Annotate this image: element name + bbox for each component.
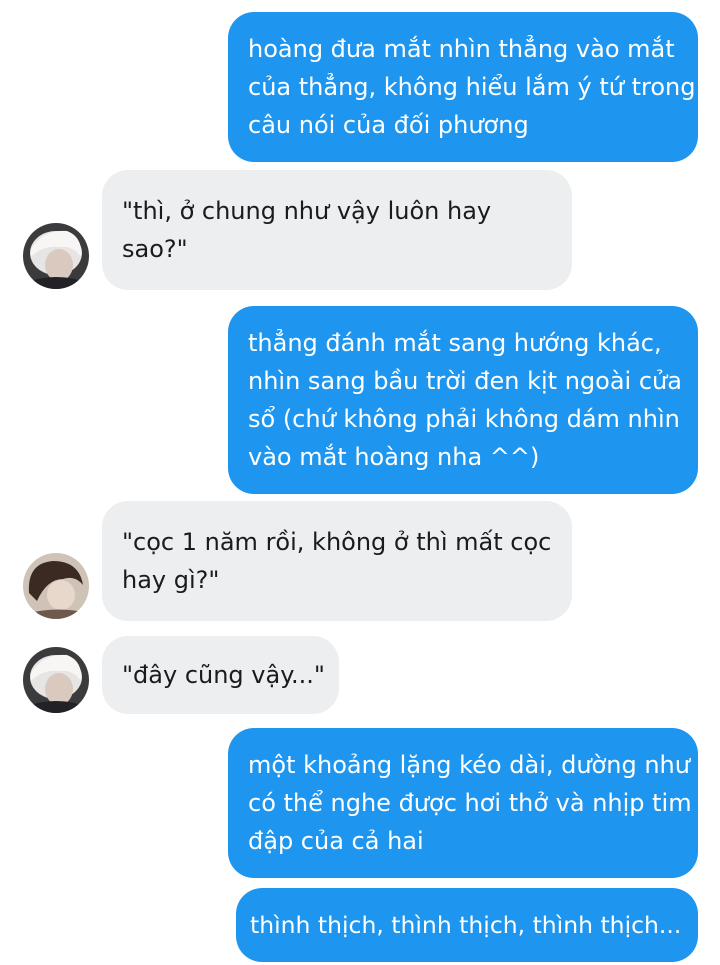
message-line: "đây cũng vậy...": [122, 661, 325, 689]
message-line: câu nói của đối phương: [248, 111, 529, 139]
message-bubble-incoming[interactable]: "thì, ở chung như vậy luôn hay sao?": [102, 170, 572, 290]
message-line: hoàng đưa mắt nhìn thẳng vào mắt: [248, 35, 675, 63]
avatar-white-hair-icon: [23, 223, 89, 289]
message-bubble-outgoing[interactable]: thình thịch, thình thịch, thình thịch...: [236, 888, 698, 962]
message-bubble-incoming[interactable]: "đây cũng vậy...": [102, 636, 339, 714]
message-line: của thẳng, không hiểu lắm ý tứ trong: [248, 73, 696, 101]
message-line: "cọc 1 năm rồi, không ở thì mất cọc: [122, 528, 552, 556]
message-line: có thể nghe được hơi thở và nhịp tim: [248, 789, 692, 817]
message-line: sổ (chứ không phải không dám nhìn: [248, 405, 680, 433]
message-line: nhìn sang bầu trời đen kịt ngoài cửa: [248, 367, 682, 395]
message-line: hay gì?": [122, 566, 220, 594]
message-line: vào mắt hoàng nha ^^): [248, 443, 540, 471]
message-line: một khoảng lặng kéo dài, dường như: [248, 751, 690, 779]
message-line: sao?": [122, 235, 188, 263]
avatar[interactable]: [23, 553, 89, 619]
message-bubble-outgoing[interactable]: hoàng đưa mắt nhìn thẳng vào mắt của thẳ…: [228, 12, 698, 162]
avatar-dark-hair-icon: [23, 553, 89, 619]
avatar[interactable]: [23, 647, 89, 713]
message-bubble-incoming[interactable]: "cọc 1 năm rồi, không ở thì mất cọc hay …: [102, 501, 572, 621]
avatar[interactable]: [23, 223, 89, 289]
message-bubble-outgoing[interactable]: một khoảng lặng kéo dài, dường như có th…: [228, 728, 698, 878]
message-line: thẳng đánh mắt sang hướng khác,: [248, 329, 662, 357]
message-line: thình thịch, thình thịch, thình thịch...: [250, 911, 682, 939]
avatar-white-hair-icon: [23, 647, 89, 713]
message-line: đập của cả hai: [248, 827, 424, 855]
message-bubble-outgoing[interactable]: thẳng đánh mắt sang hướng khác, nhìn san…: [228, 306, 698, 494]
message-line: "thì, ở chung như vậy luôn hay: [122, 197, 492, 225]
